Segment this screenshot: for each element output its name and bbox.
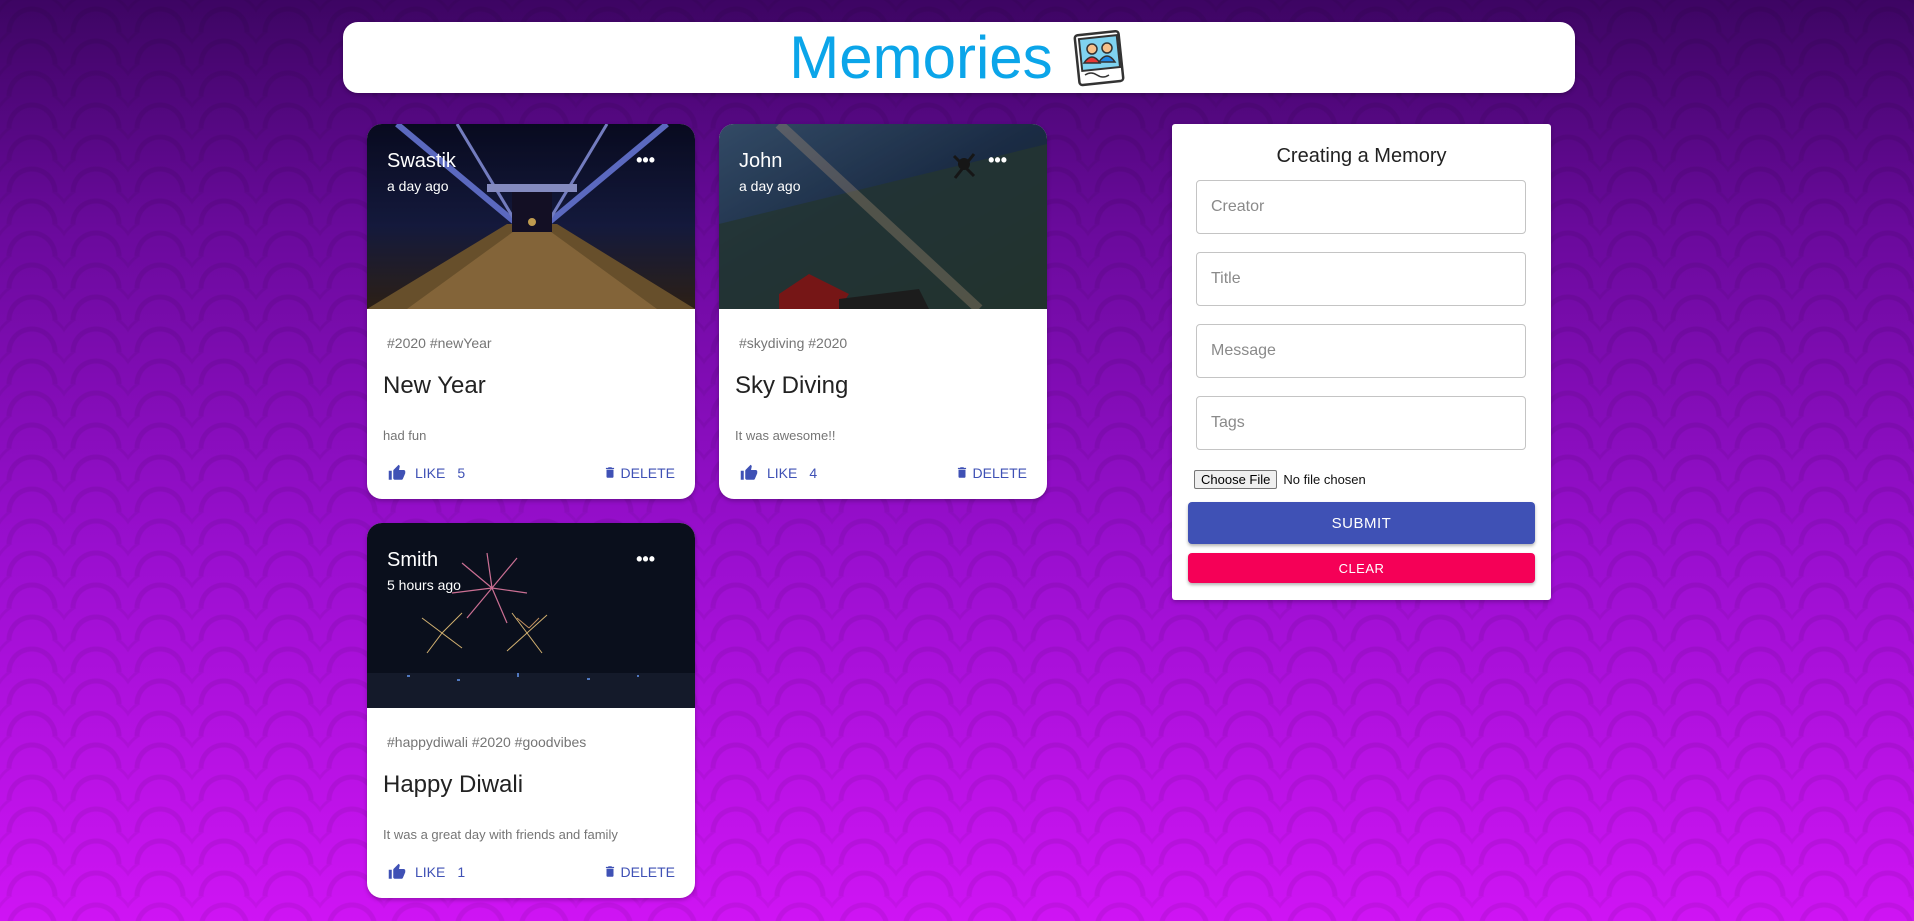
like-count: 1: [457, 864, 466, 880]
submit-button[interactable]: SUBMIT: [1188, 502, 1535, 544]
post-creator: Smith: [387, 549, 439, 571]
post-image: Smith 5 hours ago •••: [367, 523, 695, 708]
post-tags: #skydiving #2020: [739, 335, 848, 351]
memory-card: Swastik a day ago ••• #2020 #newYear New…: [367, 124, 695, 499]
more-horizontal-icon[interactable]: •••: [988, 150, 1007, 171]
memory-card: John a day ago ••• #skydiving #2020 Sky …: [719, 124, 1047, 499]
post-tags: #happydiwali #2020 #goodvibes: [387, 734, 587, 750]
delete-label: DELETE: [620, 863, 675, 880]
app-title: Memories: [789, 23, 1053, 91]
like-button[interactable]: LIKE 1: [387, 863, 465, 881]
title-input[interactable]: [1196, 252, 1526, 306]
post-creator: Swastik: [387, 150, 456, 172]
more-horizontal-icon[interactable]: •••: [636, 549, 655, 570]
create-memory-form: Creating a Memory Choose File No file ch…: [1172, 124, 1551, 600]
delete-button[interactable]: DELETE: [603, 863, 675, 880]
like-label: LIKE: [415, 864, 446, 880]
delete-button[interactable]: DELETE: [603, 464, 675, 481]
post-time: a day ago: [739, 178, 801, 194]
like-button[interactable]: LIKE 4: [739, 464, 817, 482]
post-message: It was a great day with friends and fami…: [383, 827, 618, 842]
post-title: Happy Diwali: [383, 771, 524, 798]
post-title: Sky Diving: [735, 372, 849, 399]
post-message: It was awesome!!: [735, 428, 836, 443]
form-title: Creating a Memory: [1276, 145, 1447, 167]
post-title: New Year: [383, 372, 486, 399]
like-count: 4: [809, 465, 818, 481]
delete-label: DELETE: [972, 464, 1027, 481]
message-input[interactable]: [1196, 324, 1526, 378]
delete-icon: [605, 467, 614, 478]
delete-icon: [957, 467, 966, 478]
thumb-up-icon: [740, 464, 758, 480]
tags-input[interactable]: [1196, 396, 1526, 450]
thumb-up-icon: [388, 863, 406, 879]
more-horizontal-icon[interactable]: •••: [636, 150, 655, 171]
post-image: John a day ago •••: [719, 124, 1047, 309]
clear-button[interactable]: CLEAR: [1188, 553, 1535, 583]
app-bar: Memories: [343, 22, 1575, 93]
delete-button[interactable]: DELETE: [955, 464, 1027, 481]
like-label: LIKE: [767, 465, 798, 481]
file-input: Choose File No file chosen: [1194, 470, 1366, 489]
post-message: had fun: [383, 428, 427, 443]
post-time: a day ago: [387, 178, 449, 194]
creator-input[interactable]: [1196, 180, 1526, 234]
memory-card: Smith 5 hours ago ••• #happydiwali #2020…: [367, 523, 695, 898]
like-button[interactable]: LIKE 5: [387, 464, 465, 482]
thumb-up-icon: [388, 464, 406, 480]
like-label: LIKE: [415, 465, 446, 481]
post-creator: John: [739, 150, 783, 172]
like-count: 5: [457, 465, 466, 481]
post-image: Swastik a day ago •••: [367, 124, 695, 309]
photo-album-icon: [1073, 29, 1125, 86]
delete-label: DELETE: [620, 464, 675, 481]
delete-icon: [605, 866, 614, 877]
post-tags: #2020 #newYear: [387, 335, 492, 351]
choose-file-button[interactable]: Choose File: [1194, 470, 1278, 489]
post-time: 5 hours ago: [387, 577, 461, 593]
no-file-text: No file chosen: [1283, 472, 1366, 487]
